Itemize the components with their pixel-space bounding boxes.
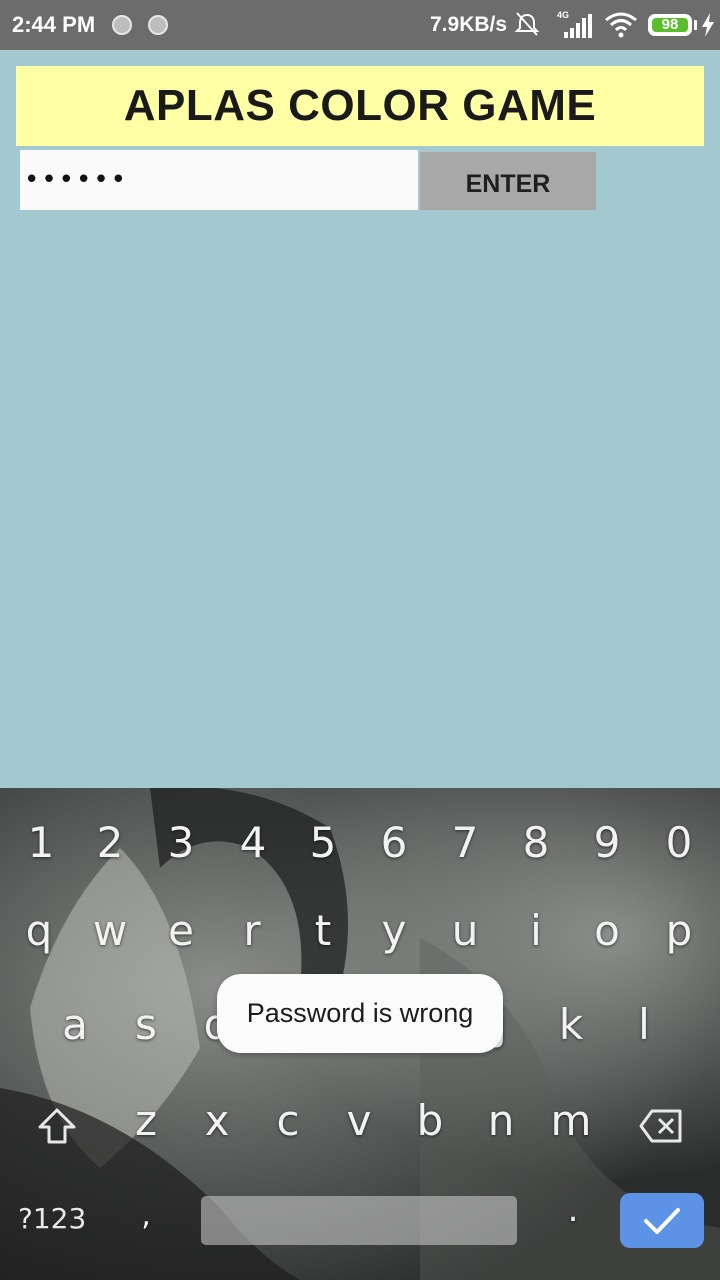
key-5[interactable]: 5 (293, 818, 353, 867)
key-m[interactable]: m (541, 1096, 601, 1145)
key-2[interactable]: 2 (80, 818, 140, 867)
key-y[interactable]: y (364, 906, 424, 955)
key-k[interactable]: k (541, 1000, 601, 1049)
key-7[interactable]: 7 (435, 818, 495, 867)
key-x[interactable]: x (187, 1096, 247, 1145)
notification-dot-icon (148, 15, 168, 35)
symbols-key[interactable]: ?123 (18, 1202, 86, 1235)
enter-button[interactable]: ENTER (420, 152, 596, 210)
key-t[interactable]: t (293, 906, 353, 955)
battery-icon: 98 (648, 14, 692, 36)
alarm-off-icon (514, 12, 540, 36)
key-b[interactable]: b (400, 1096, 460, 1145)
key-4[interactable]: 4 (223, 818, 283, 867)
done-key[interactable] (620, 1193, 704, 1248)
page-title: APLAS COLOR GAME (123, 81, 597, 130)
key-q[interactable]: q (9, 906, 69, 955)
key-w[interactable]: w (80, 906, 140, 955)
space-bar[interactable] (201, 1196, 517, 1245)
shift-icon[interactable] (36, 1106, 78, 1146)
password-input[interactable] (20, 150, 418, 210)
key-n[interactable]: n (471, 1096, 531, 1145)
key-l[interactable]: l (614, 1000, 674, 1049)
key-v[interactable]: v (329, 1096, 389, 1145)
comma-key[interactable]: , (116, 1198, 176, 1233)
key-z[interactable]: z (116, 1096, 176, 1145)
key-c[interactable]: c (258, 1096, 318, 1145)
battery-level: 98 (661, 16, 679, 33)
key-u[interactable]: u (435, 906, 495, 955)
key-o[interactable]: o (577, 906, 637, 955)
key-s[interactable]: s (116, 1000, 176, 1049)
title-bar: APLAS COLOR GAME (16, 66, 704, 146)
status-time: 2:44 PM (12, 12, 96, 37)
backspace-icon[interactable] (638, 1108, 684, 1144)
key-1[interactable]: 1 (11, 818, 71, 867)
status-bar: 2:44 PM 7.9KB/s 4G 98 (0, 0, 720, 50)
wifi-icon (605, 12, 637, 38)
toast-message: Password is wrong (217, 974, 503, 1053)
key-p[interactable]: p (649, 906, 709, 955)
checkmark-icon (644, 1207, 680, 1234)
key-9[interactable]: 9 (577, 818, 637, 867)
network-speed: 7.9KB/s (430, 13, 508, 36)
key-0[interactable]: 0 (649, 818, 709, 867)
battery-tip (694, 20, 697, 30)
key-i[interactable]: i (506, 906, 566, 955)
key-r[interactable]: r (222, 906, 282, 955)
notification-dot-icon (112, 15, 132, 35)
key-6[interactable]: 6 (364, 818, 424, 867)
signal-icon (564, 14, 592, 38)
key-3[interactable]: 3 (151, 818, 211, 867)
key-a[interactable]: a (45, 1000, 105, 1049)
charging-bolt-icon (702, 13, 714, 37)
toast-text: Password is wrong (246, 998, 474, 1028)
period-key[interactable]: . (543, 1190, 603, 1230)
key-e[interactable]: e (151, 906, 211, 955)
key-8[interactable]: 8 (506, 818, 566, 867)
